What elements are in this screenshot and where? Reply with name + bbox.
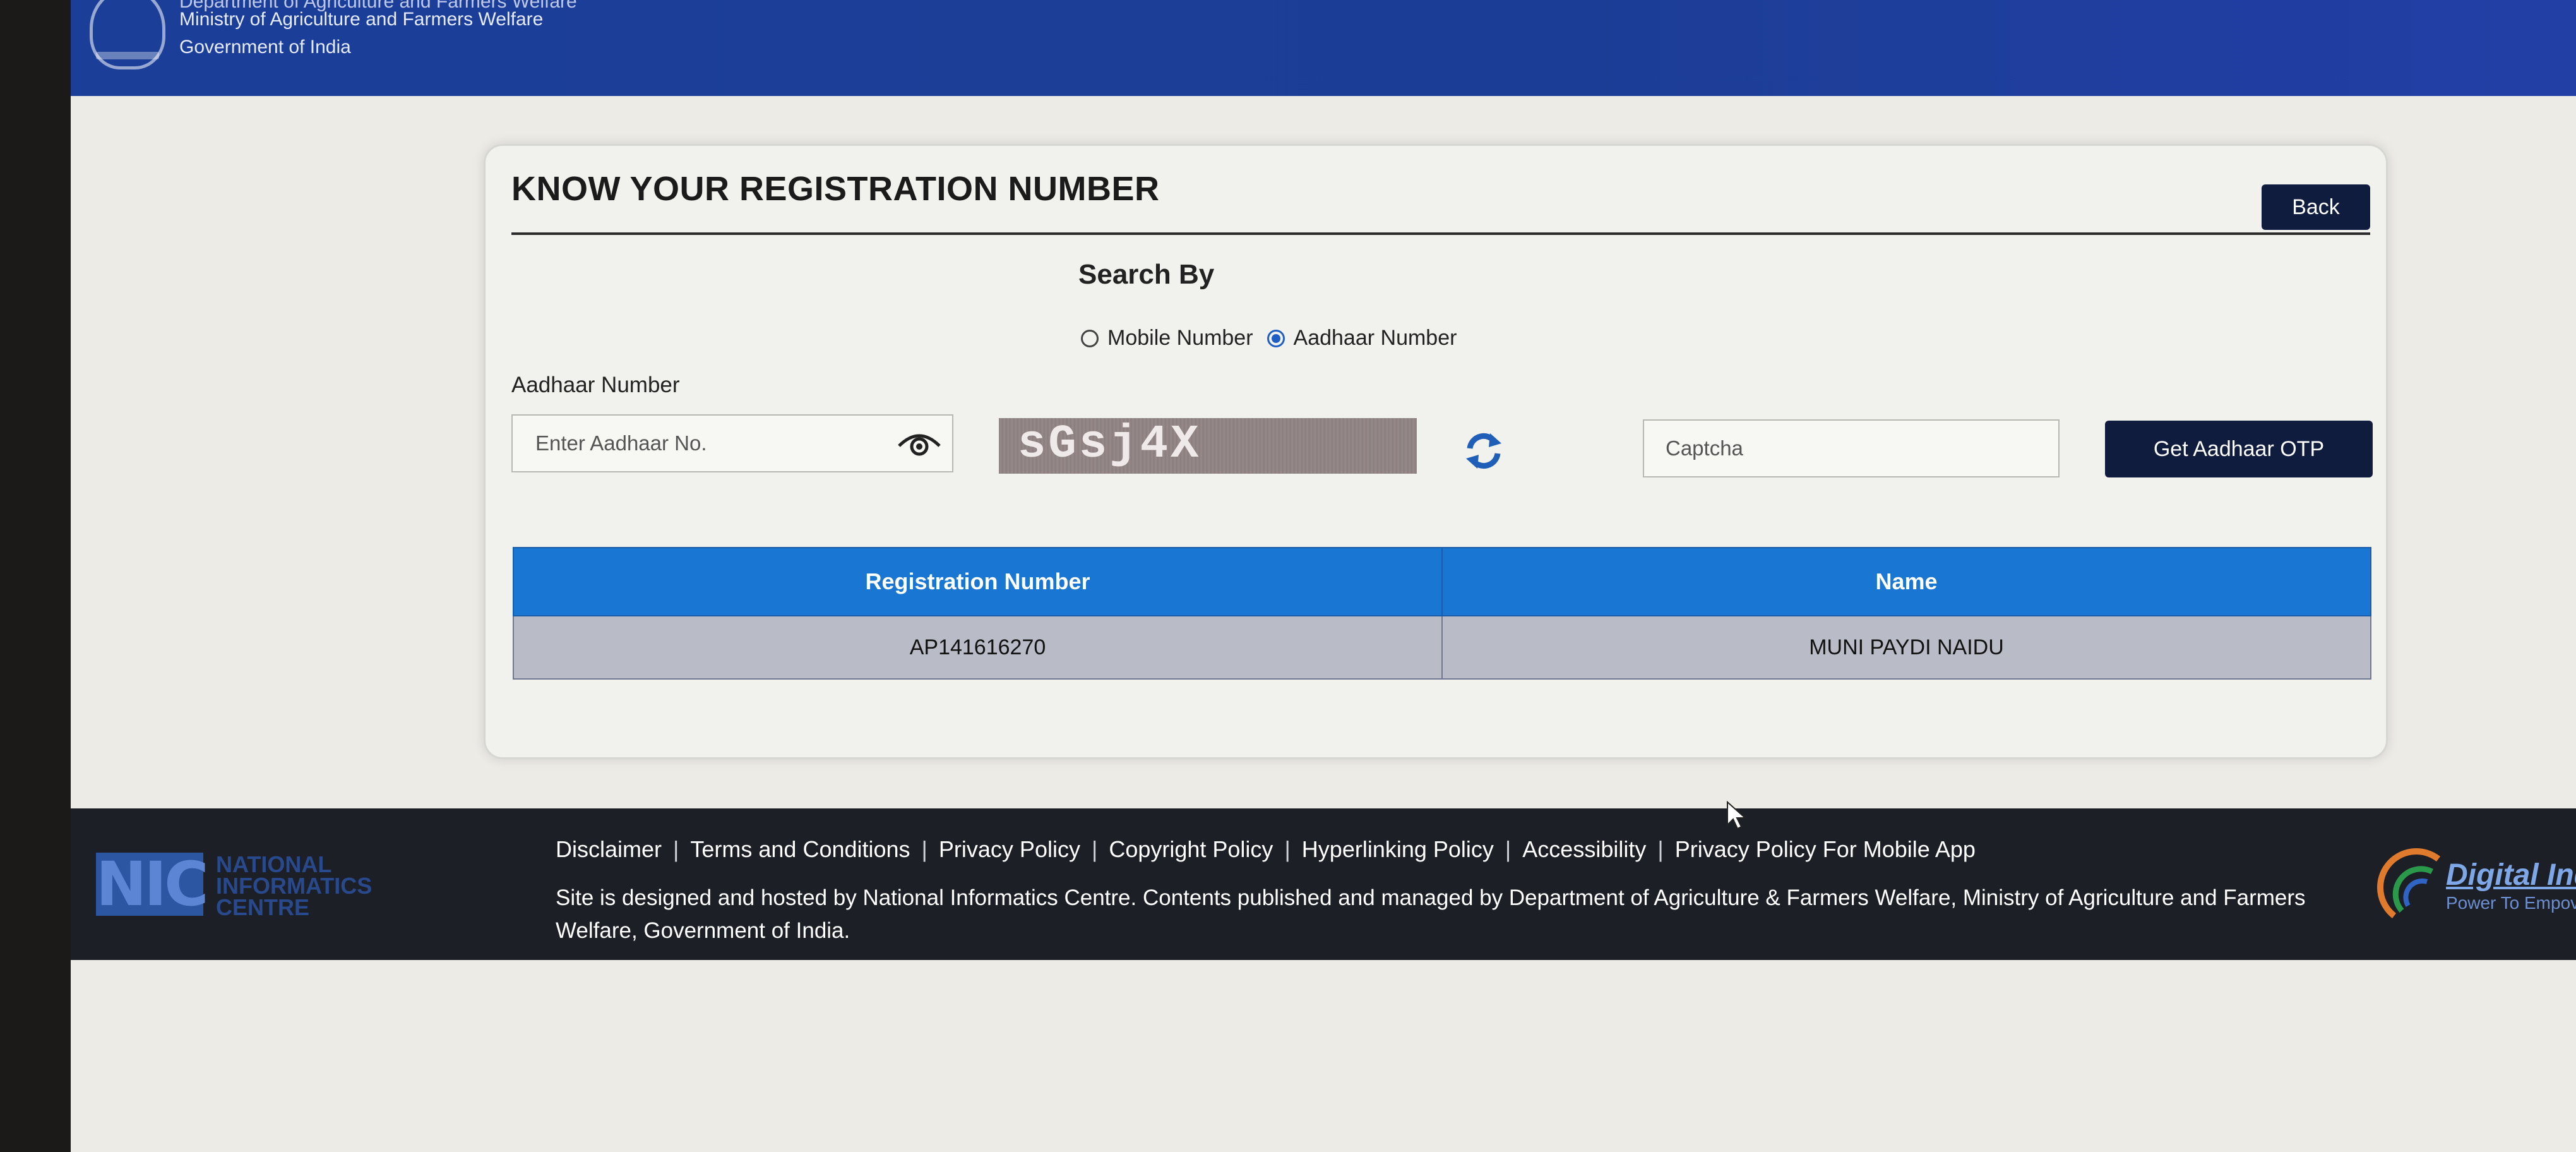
footer-separator: |: [1657, 836, 1664, 862]
refresh-icon[interactable]: [1460, 427, 1508, 475]
footer-links: Disclaimer | Terms and Conditions | Priv…: [556, 836, 1976, 863]
footer-link-copyright[interactable]: Copyright Policy: [1109, 836, 1273, 863]
table-header-row: Registration Number Name: [513, 547, 2371, 616]
footer-separator: |: [921, 836, 927, 862]
search-by-heading: Search By: [1078, 259, 1215, 290]
cell-name: MUNI PAYDI NAIDU: [1441, 615, 2371, 680]
get-aadhaar-otp-button[interactable]: Get Aadhaar OTP: [2105, 421, 2373, 477]
mobile-number-radio[interactable]: [1081, 329, 1099, 347]
site-header: Department of Agriculture and Farmers We…: [71, 0, 2576, 96]
footer-separator: |: [1091, 836, 1098, 862]
footer-separator: |: [1284, 836, 1291, 862]
digital-india-logo-icon[interactable]: [2369, 840, 2451, 928]
digital-india-tagline: Power To Empov: [2446, 893, 2576, 913]
header-ministry: Ministry of Agriculture and Farmers Welf…: [179, 9, 544, 30]
footer-link-privacy[interactable]: Privacy Policy: [939, 836, 1080, 863]
captcha-input[interactable]: [1643, 419, 2060, 477]
nic-name: NATIONAL INFORMATICS CENTRE: [216, 851, 373, 920]
registration-results-table: Registration Number Name AP141616270 MUN…: [513, 547, 2371, 680]
nic-logo[interactable]: NIC: [96, 853, 209, 916]
page-title: KNOW YOUR REGISTRATION NUMBER: [511, 170, 1160, 208]
table-row: AP141616270 MUNI PAYDI NAIDU: [513, 615, 2371, 680]
site-footer: NIC NATIONAL INFORMATICS CENTRE Disclaim…: [71, 808, 2576, 960]
cell-registration-number: AP141616270: [513, 615, 1443, 680]
footer-separator: |: [673, 836, 679, 862]
mouse-cursor-icon: [1727, 801, 1747, 830]
browser-viewport: Department of Agriculture and Farmers We…: [71, 0, 2576, 1152]
footer-separator: |: [1505, 836, 1512, 862]
footer-credits: Site is designed and hosted by National …: [556, 885, 2306, 943]
search-by-radio-group: Mobile Number Aadhaar Number: [1081, 326, 1470, 351]
aadhaar-field-label: Aadhaar Number: [511, 373, 680, 397]
aadhaar-input[interactable]: [511, 414, 953, 472]
aadhaar-number-label[interactable]: Aadhaar Number: [1294, 326, 1457, 351]
column-registration-number: Registration Number: [513, 547, 1443, 616]
title-divider: [511, 232, 2370, 235]
nic-name-line: CENTRE: [216, 894, 310, 920]
nic-name-line: INFORMATICS: [216, 873, 373, 899]
mobile-number-label[interactable]: Mobile Number: [1107, 326, 1253, 351]
footer-link-accessibility[interactable]: Accessibility: [1522, 836, 1646, 863]
nic-name-line: NATIONAL: [216, 851, 332, 877]
captcha-image: sGsj4X: [999, 418, 1417, 474]
back-button[interactable]: Back: [2262, 184, 2370, 230]
footer-link-disclaimer[interactable]: Disclaimer: [556, 836, 662, 863]
eye-icon[interactable]: [895, 429, 943, 457]
aadhaar-number-radio[interactable]: [1267, 329, 1285, 347]
header-government: Government of India: [179, 37, 351, 57]
footer-link-privacy-mobile[interactable]: Privacy Policy For Mobile App: [1675, 836, 1976, 863]
footer-link-terms[interactable]: Terms and Conditions: [690, 836, 910, 863]
emblem-caption: [96, 52, 159, 59]
column-name: Name: [1441, 547, 2371, 616]
footer-link-hyperlinking[interactable]: Hyperlinking Policy: [1302, 836, 1494, 863]
digital-india-title[interactable]: Digital Ind: [2446, 858, 2576, 892]
